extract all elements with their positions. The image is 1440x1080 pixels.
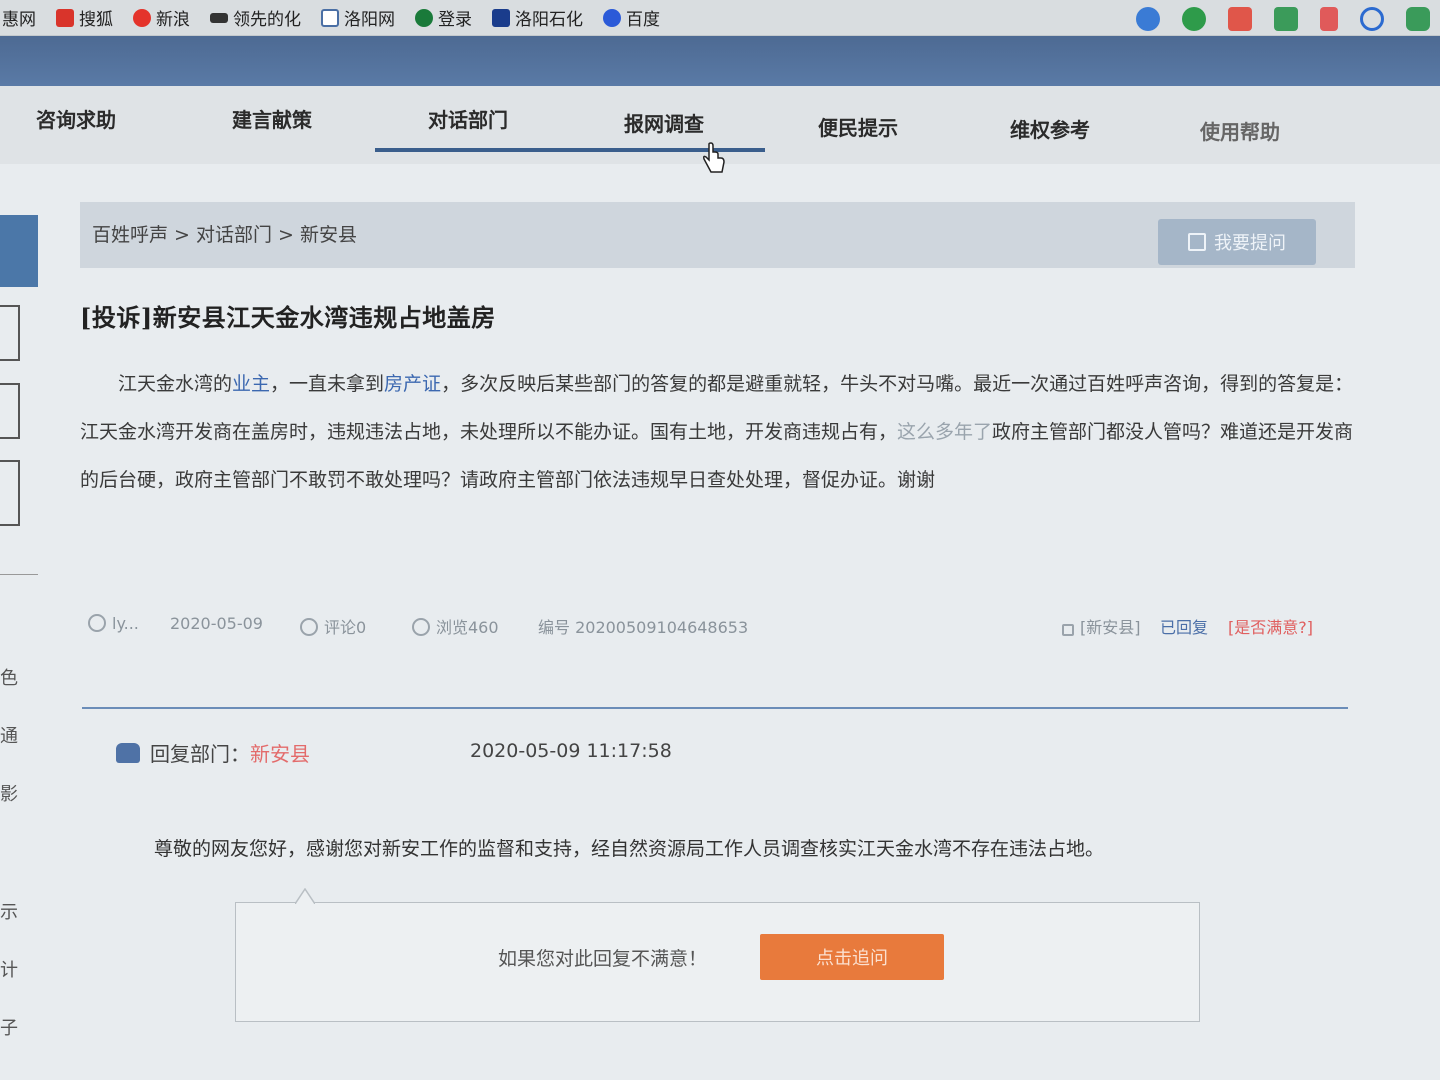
sina-icon	[133, 8, 151, 27]
bookmark-label: 搜狐	[79, 10, 113, 30]
nav-rights[interactable]: 维权参考	[1010, 114, 1090, 143]
post-dept-tag[interactable]: [新安县]	[1080, 618, 1141, 637]
luoyang-icon	[321, 8, 339, 27]
sidebar-link[interactable]: 通	[0, 722, 18, 748]
dept-icon	[1062, 624, 1074, 636]
baidu-paw-icon	[603, 8, 621, 27]
minus-circle-icon[interactable]	[1136, 7, 1160, 31]
post-meta: ly... 2020-05-09 评论0 浏览460 编号 2020050910…	[88, 614, 1348, 642]
search-icon[interactable]	[1360, 7, 1384, 31]
bookmark-label: 百度	[626, 10, 660, 30]
cloud-icon	[210, 12, 228, 23]
bookmark-login[interactable]: 登录	[415, 5, 472, 30]
sidebar-box[interactable]	[0, 460, 20, 526]
nav-tips[interactable]: 便民提示	[818, 112, 898, 141]
bookmark-luoyang-petro[interactable]: 洛阳石化	[492, 5, 583, 30]
body-text: ，一直未拿到	[270, 373, 385, 395]
sidebar-divider	[0, 574, 38, 575]
ask-question-button[interactable]: 我要提问	[1158, 219, 1316, 265]
keyword-link-property-cert[interactable]: 房产证	[384, 373, 441, 395]
body-text: 江天金水湾的	[118, 373, 233, 395]
breadcrumb[interactable]: 百姓呼声 > 对话部门 > 新安县	[92, 220, 357, 247]
followup-button[interactable]: 点击追问	[760, 934, 944, 980]
body-text: ，多次反映后某些部门的答复的都是避重就轻，牛头不对马嘴。最近一次	[441, 373, 1050, 395]
game-icon[interactable]	[1406, 7, 1430, 31]
post-views: 浏览460	[436, 618, 499, 637]
eye-icon	[412, 618, 430, 636]
body-text: 这么多年了	[897, 421, 993, 443]
post-status: 已回复	[1160, 618, 1209, 637]
nav-consult[interactable]: 咨询求助	[36, 104, 116, 133]
post-date: 2020-05-09	[170, 614, 263, 633]
post-title: [投诉]新安县江天金水湾违规占地盖房	[80, 303, 496, 332]
bookmark-label: 惠网	[2, 10, 36, 30]
calendar-icon[interactable]	[1228, 7, 1252, 31]
reply-department[interactable]: 新安县	[250, 738, 310, 767]
post-author[interactable]: ly...	[112, 614, 139, 633]
shield-icon	[415, 8, 433, 27]
sidebar-link[interactable]: 色	[0, 664, 18, 690]
sidebar-box[interactable]	[0, 383, 20, 439]
post-comments[interactable]: 评论0	[324, 618, 366, 637]
sidebar-link[interactable]: 子	[0, 1014, 18, 1040]
sidebar-active-block[interactable]	[0, 215, 38, 287]
bookmark-luoyangwang[interactable]: 洛阳网	[321, 5, 395, 30]
green-app-icon[interactable]	[1182, 7, 1206, 31]
bookmark-label: 登录	[438, 10, 472, 30]
sidebar-link[interactable]: 计	[0, 956, 18, 982]
bookmark-sohu[interactable]: 搜狐	[56, 5, 113, 30]
bookmark-label: 洛阳网	[344, 10, 395, 30]
spreadsheet-icon[interactable]	[1274, 7, 1298, 31]
comment-icon	[300, 618, 318, 636]
nav-help[interactable]: 使用帮助	[1200, 116, 1280, 145]
browser-toolbar	[1136, 7, 1430, 31]
post-body: 江天金水湾的业主，一直未拿到房产证，多次反映后某些部门的答复的都是避重就轻，牛头…	[80, 360, 1355, 504]
user-icon	[88, 614, 106, 632]
ask-question-label: 我要提问	[1214, 233, 1286, 254]
sidebar-box[interactable]	[0, 305, 20, 361]
section-divider	[82, 707, 1348, 709]
reply-label: 回复部门：	[150, 742, 250, 766]
edit-icon	[1188, 233, 1206, 251]
department-icon	[116, 742, 140, 763]
reply-content: 尊敬的网友您好，感谢您对新安工作的监督和支持，经自然资源局工作人员调查核实江天金…	[154, 838, 1105, 860]
bookmark-huiwang[interactable]: 惠网	[2, 5, 36, 30]
sidebar-link[interactable]: 影	[0, 780, 18, 806]
reply-time: 2020-05-09 11:17:58	[470, 740, 672, 762]
site-header	[0, 36, 1440, 86]
bookmark-sina[interactable]: 新浪	[133, 5, 190, 30]
bookmark-leading[interactable]: 领先的化	[210, 5, 301, 30]
bookmark-baidu[interactable]: 百度	[603, 5, 660, 30]
nav-survey[interactable]: 报网调查	[624, 108, 704, 137]
post-number: 编号 20200509104648653	[538, 618, 749, 637]
bookmark-label: 领先的化	[233, 10, 301, 30]
reply-header: 回复部门： 新安县	[116, 738, 310, 767]
bookmark-label: 洛阳石化	[515, 10, 583, 30]
nav-suggest[interactable]: 建言献策	[232, 104, 312, 133]
followup-panel	[235, 902, 1200, 1022]
bookmarks-bar: 惠网 搜狐 新浪 领先的化 洛阳网 登录 洛阳石化 百度	[0, 0, 1440, 36]
hand-cursor-icon	[703, 142, 725, 173]
followup-prompt: 如果您对此回复不满意！	[498, 948, 708, 970]
speech-pointer-icon	[295, 888, 315, 904]
bookmark-label: 新浪	[156, 10, 190, 30]
scissors-icon[interactable]	[1320, 7, 1338, 31]
nav-dialog-dept[interactable]: 对话部门	[428, 104, 508, 133]
sohu-icon	[56, 8, 74, 27]
satisfaction-link[interactable]: [是否满意?]	[1228, 614, 1313, 638]
petro-icon	[492, 8, 510, 27]
keyword-link-owner[interactable]: 业主	[232, 373, 270, 395]
sidebar-link[interactable]: 示	[0, 898, 18, 924]
